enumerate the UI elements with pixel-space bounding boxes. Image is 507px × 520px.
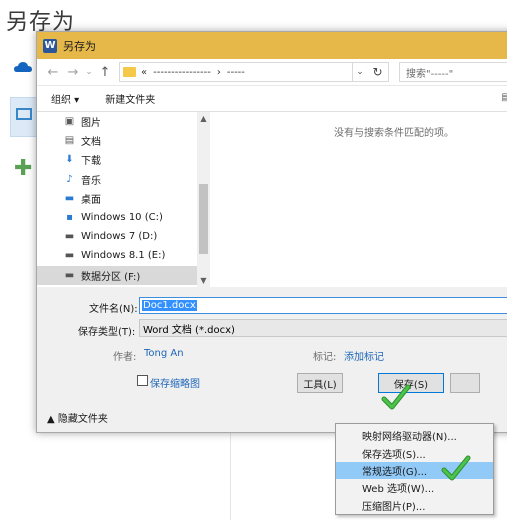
address-row: ← → ⌄ ↑ « ---------------- › ----- ⌄ ↻ 搜… bbox=[37, 59, 507, 86]
nav-item[interactable]: ♪ 音乐 bbox=[37, 170, 210, 189]
thumbnail-checkbox[interactable] bbox=[137, 375, 148, 386]
tags-label: 标记: bbox=[313, 352, 337, 363]
author-label: 作者: bbox=[113, 352, 137, 363]
drive-icon: ▬ bbox=[64, 269, 75, 281]
scroll-up-icon[interactable]: ▲ bbox=[197, 114, 210, 123]
nav-item[interactable]: ▬ 桌面 bbox=[37, 189, 210, 208]
filename-label: 文件名(N): bbox=[89, 304, 138, 315]
nav-item-label: 文档 bbox=[81, 137, 101, 149]
navigation-pane: ▣ 图片 ▤ 文档 ⬇ 下载 ♪ 音乐 ▬ 桌面 ▪ Windows 10 (C:) ▬ Windows … bbox=[37, 112, 210, 287]
desktop-icon: ▬ bbox=[64, 192, 75, 204]
music-icon: ♪ bbox=[66, 173, 73, 185]
address-segment[interactable]: ----- bbox=[227, 67, 245, 78]
folder-icon bbox=[123, 67, 136, 77]
windows-drive-icon: ▪ bbox=[66, 212, 73, 224]
this-pc-location[interactable] bbox=[10, 97, 38, 137]
nav-item[interactable]: ▣ 图片 bbox=[37, 112, 210, 131]
refresh-icon[interactable]: ↻ bbox=[367, 62, 389, 82]
up-arrow-icon[interactable]: ↑ bbox=[95, 65, 115, 80]
nav-item-label: 图片 bbox=[81, 118, 101, 130]
filetype-value: Word 文档 (*.docx) bbox=[143, 324, 235, 336]
drive-icon: ▬ bbox=[64, 231, 75, 243]
thumbnail-label[interactable]: 保存缩略图 bbox=[150, 375, 200, 390]
filetype-select[interactable]: Word 文档 (*.docx) bbox=[139, 319, 507, 337]
add-place-icon[interactable]: ✚ bbox=[14, 156, 32, 181]
nav-item-label: Windows 8.1 (E:) bbox=[81, 250, 166, 262]
hide-folders-toggle[interactable]: ▲ 隐藏文件夹 bbox=[47, 410, 108, 425]
scroll-thumb[interactable] bbox=[199, 184, 208, 254]
nav-item[interactable]: ▬ 数据分区 (F:) bbox=[37, 265, 210, 285]
add-tags-link[interactable]: 添加标记 bbox=[344, 348, 384, 363]
chevron-down-icon[interactable]: ⌄ bbox=[353, 62, 367, 82]
drive-icon: ▬ bbox=[64, 250, 75, 262]
checkmark-icon bbox=[381, 384, 411, 410]
nav-item-label: 桌面 bbox=[81, 194, 101, 206]
recent-locations-icon[interactable]: ⌄ bbox=[83, 67, 95, 77]
filename-value: Doc1.docx bbox=[142, 300, 197, 311]
nav-item-label: 数据分区 (F:) bbox=[81, 271, 141, 283]
organize-button[interactable]: 组织 ▾ bbox=[51, 91, 79, 106]
pictures-icon: ▣ bbox=[64, 116, 75, 128]
address-bar[interactable]: « ---------------- › ----- bbox=[119, 62, 353, 82]
nav-item[interactable]: ▬ Windows 8.1 (E:) bbox=[37, 246, 210, 265]
downloads-icon: ⬇ bbox=[65, 154, 74, 166]
nav-item-label: Windows 7 (D:) bbox=[81, 231, 158, 243]
address-segment[interactable]: ---------------- bbox=[153, 67, 211, 78]
save-form: 文件名(N): Doc1.docx 保存类型(T): Word 文档 (*.do… bbox=[37, 287, 507, 432]
back-arrow-icon[interactable]: ← bbox=[43, 65, 63, 80]
checkmark-icon bbox=[441, 455, 471, 481]
browser-area: ▣ 图片 ▤ 文档 ⬇ 下载 ♪ 音乐 ▬ 桌面 ▪ Windows 10 (C:) ▬ Windows … bbox=[37, 112, 507, 287]
nav-scrollbar[interactable]: ▲ ▼ bbox=[197, 112, 210, 287]
menu-item[interactable]: 压缩图片(P)... bbox=[336, 497, 493, 514]
nav-item-label: 音乐 bbox=[81, 175, 101, 187]
command-bar: 组织 ▾ 新建文件夹 bbox=[37, 86, 507, 112]
dialog-titlebar: W 另存为 bbox=[37, 32, 507, 59]
cancel-button[interactable] bbox=[450, 373, 480, 393]
nav-item[interactable]: ▬ Windows 7 (D:) bbox=[37, 227, 210, 246]
nav-item-label: Windows 10 (C:) bbox=[81, 212, 163, 224]
divider bbox=[230, 430, 231, 520]
filename-input[interactable]: Doc1.docx bbox=[139, 297, 507, 314]
word-icon: W bbox=[43, 38, 57, 53]
address-overflow[interactable]: « bbox=[141, 67, 147, 78]
tools-button[interactable]: 工具(L) bbox=[297, 373, 343, 393]
author-value[interactable]: Tong An bbox=[144, 348, 184, 359]
nav-item-label: 下载 bbox=[81, 156, 101, 168]
computer-icon bbox=[16, 108, 32, 120]
search-input[interactable]: 搜索"-----" bbox=[399, 62, 507, 82]
scroll-down-icon[interactable]: ▼ bbox=[197, 276, 210, 285]
nav-item[interactable]: ▪ Windows 10 (C:) bbox=[37, 208, 210, 227]
nav-item[interactable]: ⬇ 下载 bbox=[37, 150, 210, 169]
view-options-icon[interactable]: ▤ bbox=[502, 92, 507, 103]
dialog-title: 另存为 bbox=[63, 39, 96, 53]
empty-results-message: 没有与搜索条件匹配的项。 bbox=[334, 128, 454, 139]
forward-arrow-icon[interactable]: → bbox=[63, 65, 83, 80]
onedrive-icon[interactable] bbox=[14, 62, 32, 73]
documents-icon: ▤ bbox=[64, 135, 75, 147]
nav-item[interactable]: ▤ 文档 bbox=[37, 131, 210, 150]
menu-item[interactable]: 映射网络驱动器(N)... bbox=[336, 427, 493, 444]
filetype-label: 保存类型(T): bbox=[78, 327, 136, 338]
new-folder-button[interactable]: 新建文件夹 bbox=[105, 91, 155, 106]
chevron-right-icon[interactable]: › bbox=[217, 67, 221, 78]
